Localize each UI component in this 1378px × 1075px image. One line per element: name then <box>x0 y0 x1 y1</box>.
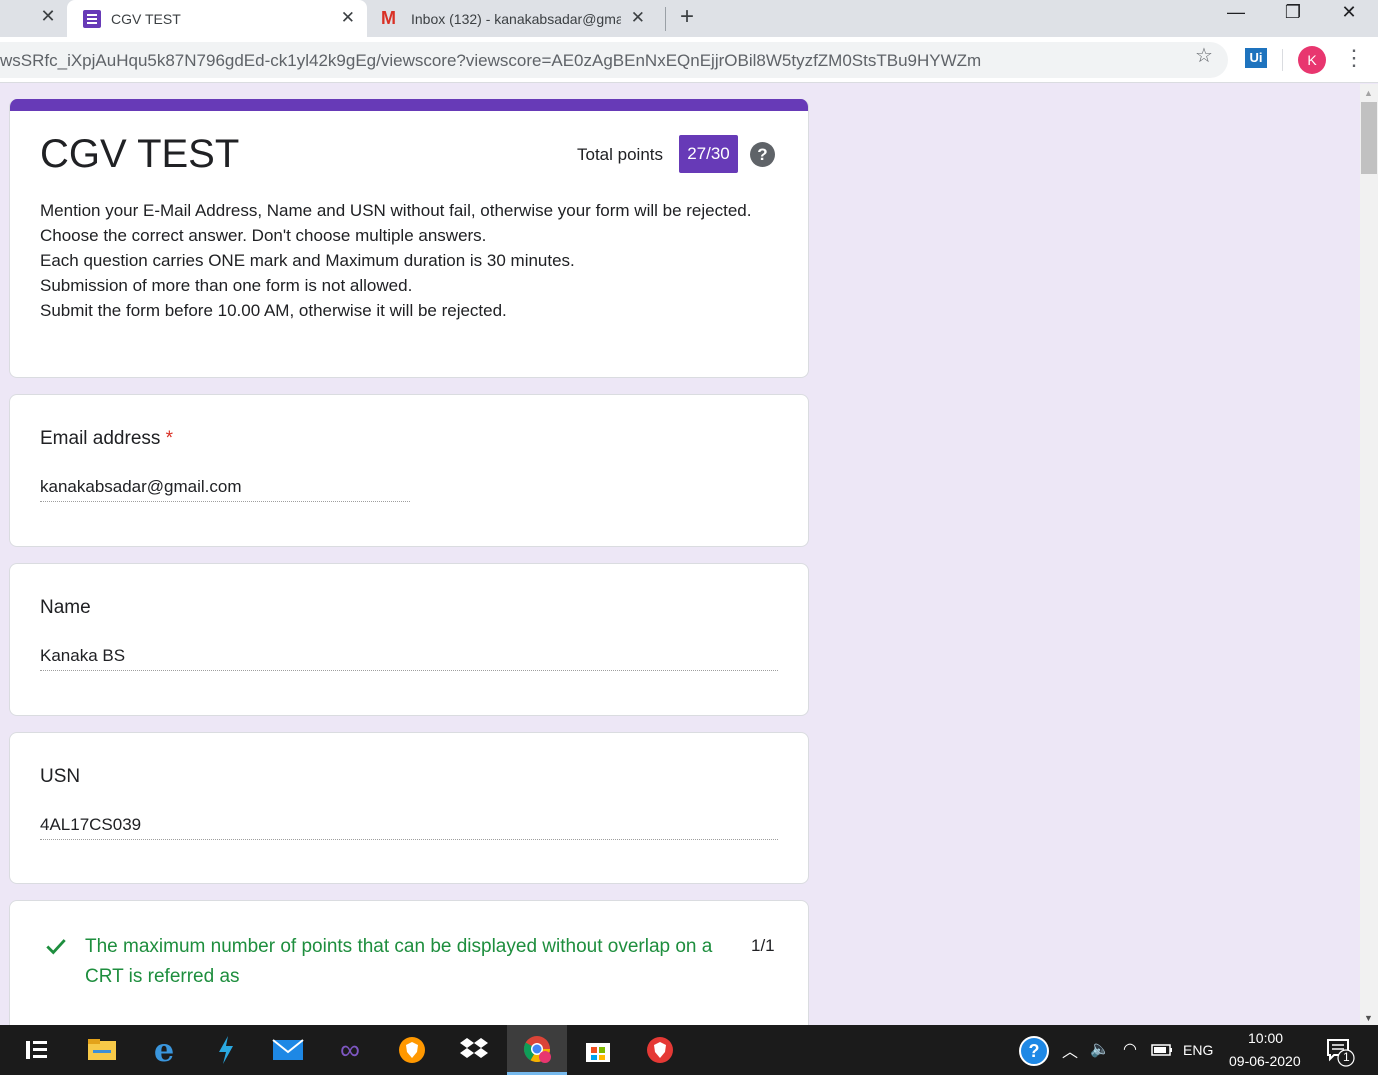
dropbox-icon[interactable] <box>444 1025 504 1075</box>
total-points-label: Total points <box>577 145 663 164</box>
help-tray-icon[interactable]: ? <box>1019 1036 1049 1066</box>
gmail-icon: M <box>381 8 396 28</box>
edge-browser-icon[interactable]: e <box>134 1025 194 1075</box>
chrome-icon[interactable] <box>507 1025 567 1075</box>
question-score: 1/1 <box>751 936 775 955</box>
question-title: USN <box>40 766 81 787</box>
clock-date[interactable]: 09-06-2020 <box>1229 1053 1301 1069</box>
window-close-icon[interactable]: ✕ <box>1326 2 1372 23</box>
required-asterisk: * <box>165 428 174 449</box>
question-title: Email address * <box>40 428 173 450</box>
battery-icon[interactable] <box>1151 1043 1173 1057</box>
store-icon[interactable] <box>568 1025 628 1075</box>
infinity-app-icon[interactable]: ∞ <box>320 1025 380 1075</box>
clock-time[interactable]: 10:00 <box>1248 1030 1283 1046</box>
address-bar[interactable]: wsSRfc_iXpjAuHqu5k87N796gdEd-ck1yl42k9gE… <box>0 42 1228 78</box>
close-tab-icon[interactable]: ✕ <box>341 8 355 28</box>
question-text: The maximum number of points that can be… <box>85 936 713 987</box>
vpn-shield-icon[interactable] <box>382 1025 442 1075</box>
close-tab-icon[interactable]: ✕ <box>631 8 645 28</box>
name-question-card: Name Kanaka BS <box>9 563 809 716</box>
description-line: Choose the correct answer. Don't choose … <box>40 226 487 245</box>
tab-cgv-test[interactable]: CGV TEST ✕ <box>67 0 367 37</box>
notification-count-badge: 1 <box>1343 1050 1350 1064</box>
task-view-icon[interactable] <box>8 1025 68 1075</box>
correct-check-icon <box>46 939 66 955</box>
restore-icon[interactable]: ❐ <box>1270 2 1316 23</box>
email-answer: kanakabsadar@gmail.com <box>40 477 410 502</box>
extension-ui-icon[interactable]: Ui <box>1245 48 1267 68</box>
score-badge: 27/30 <box>679 135 738 173</box>
google-forms-icon <box>83 9 101 28</box>
scroll-thumb[interactable] <box>1361 102 1377 174</box>
wifi-icon[interactable]: ◠ <box>1123 1039 1137 1059</box>
description-line: Submit the form before 10.00 AM, otherwi… <box>40 301 507 320</box>
bookmark-star-icon[interactable]: ☆ <box>1195 43 1213 68</box>
vpn-app-icon[interactable] <box>630 1025 690 1075</box>
form-title: CGV TEST <box>40 132 240 176</box>
profile-avatar[interactable]: K <box>1298 46 1326 74</box>
usn-question-card: USN 4AL17CS039 <box>9 732 809 884</box>
form-description: Mention your E-Mail Address, Name and US… <box>40 198 760 323</box>
notification-center-icon[interactable] <box>1325 1038 1359 1068</box>
close-icon[interactable]: ✕ <box>38 6 58 27</box>
volume-icon[interactable]: 🔈 <box>1090 1039 1110 1059</box>
tab-strip: ✕ CGV TEST ✕ M Inbox (132) - kanakabsada… <box>0 0 1378 37</box>
scroll-down-arrow-icon[interactable]: ▼ <box>1364 1013 1373 1023</box>
scroll-up-arrow-icon[interactable]: ▲ <box>1364 88 1373 98</box>
file-explorer-icon[interactable] <box>72 1025 132 1075</box>
new-tab-icon[interactable]: + <box>680 3 694 31</box>
tab-title: CGV TEST <box>111 10 181 27</box>
question-title: Name <box>40 597 91 618</box>
toolbar-separator <box>1282 49 1283 71</box>
svg-text:?: ? <box>1029 1041 1040 1061</box>
windows-taskbar: e ∞ ? ︿ 🔈 ◠ ENG 10:00 09-06-2020 1 <box>0 1025 1378 1075</box>
email-question-card: Email address * kanakabsadar@gmail.com <box>9 394 809 547</box>
description-line: Each question carries ONE mark and Maxim… <box>40 251 575 270</box>
app-lightning-icon[interactable] <box>196 1025 256 1075</box>
form-header-card: CGV TEST Total points 27/30 ? Mention yo… <box>9 99 809 378</box>
tab-separator <box>665 7 666 31</box>
chevron-up-icon[interactable]: ︿ <box>1062 1038 1078 1062</box>
language-indicator[interactable]: ENG <box>1183 1042 1213 1058</box>
usn-answer: 4AL17CS039 <box>40 815 778 840</box>
tab-title: Inbox (132) - kanakabsadar@gmail.com <box>411 10 621 27</box>
minimize-icon[interactable]: — <box>1213 2 1259 23</box>
browser-toolbar: wsSRfc_iXpjAuHqu5k87N796gdEd-ck1yl42k9gE… <box>0 37 1378 83</box>
page-scrollbar[interactable]: ▲ ▼ <box>1360 84 1378 1025</box>
description-line: Submission of more than one form is not … <box>40 276 413 295</box>
description-line: Mention your E-Mail Address, Name and US… <box>40 201 752 220</box>
header-accent-bar <box>10 99 808 111</box>
url-text[interactable]: wsSRfc_iXpjAuHqu5k87N796gdEd-ck1yl42k9gE… <box>0 51 1180 71</box>
tab-gmail-inbox[interactable]: M Inbox (132) - kanakabsadar@gmail.com ✕ <box>367 0 657 37</box>
name-answer: Kanaka BS <box>40 646 778 671</box>
mail-app-icon[interactable] <box>258 1025 318 1075</box>
question-label: Email address <box>40 428 161 449</box>
kebab-menu-icon[interactable]: ⋮ <box>1343 45 1365 71</box>
help-icon[interactable]: ? <box>750 142 775 167</box>
